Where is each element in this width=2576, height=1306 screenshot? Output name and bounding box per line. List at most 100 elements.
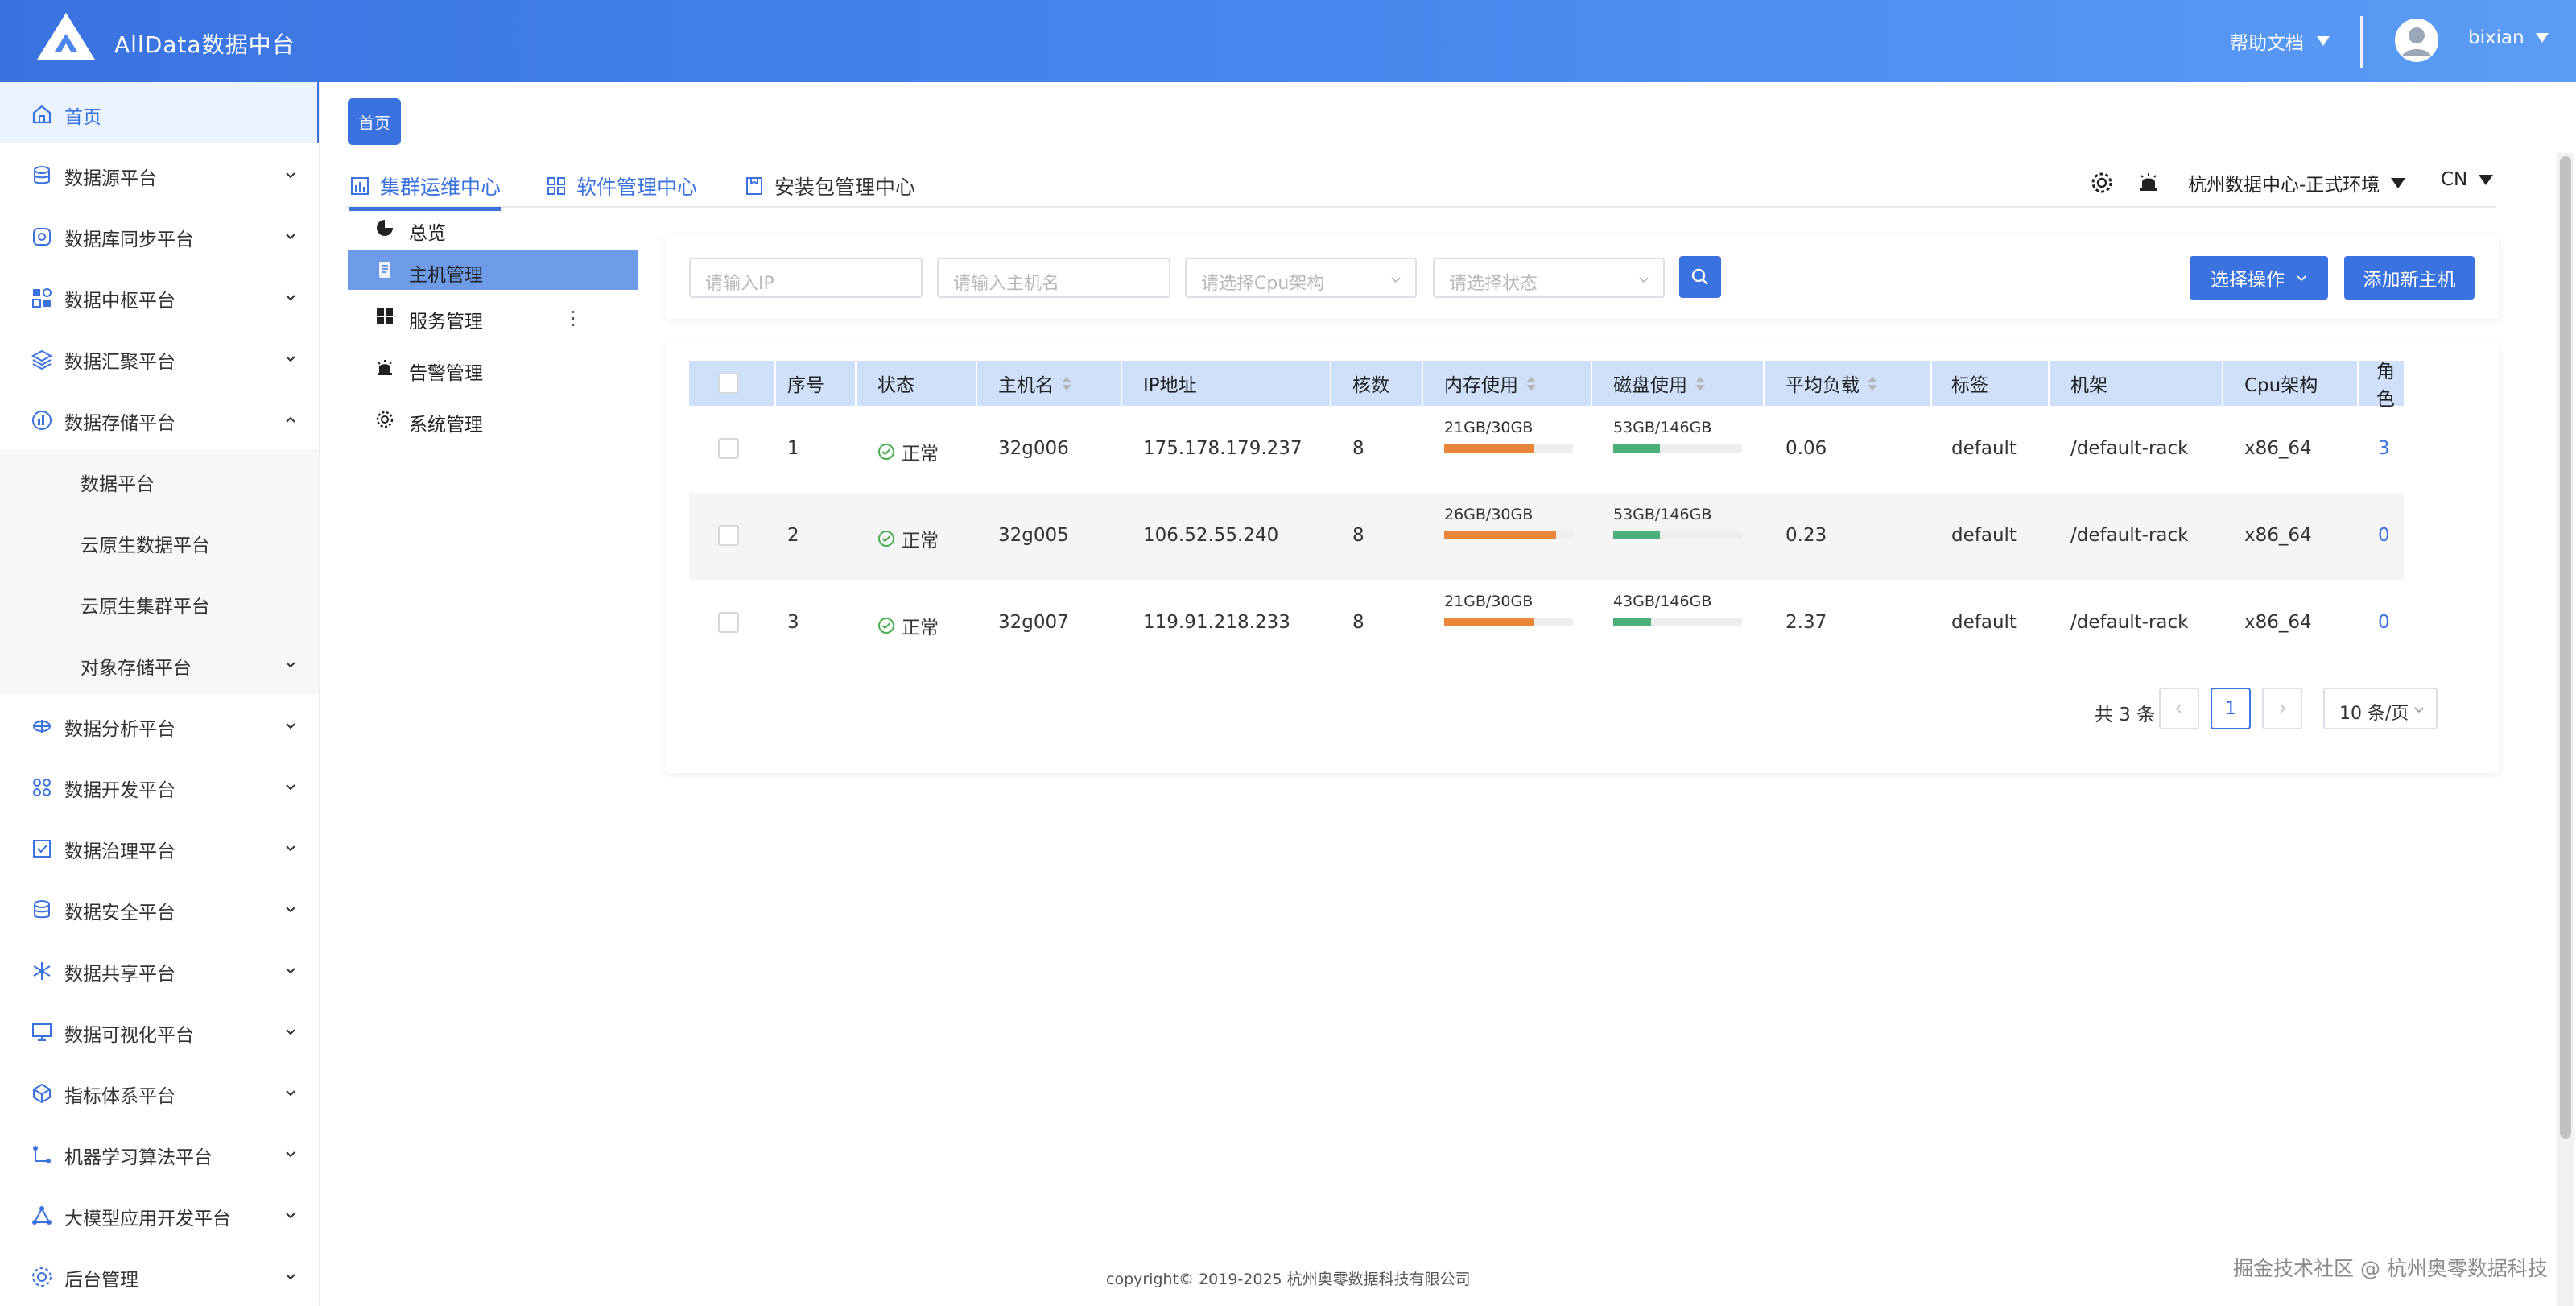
sidebar-item-label: 机器学习算法平台 bbox=[64, 1147, 213, 1168]
submenu-system-mgmt[interactable]: 系统管理 bbox=[348, 399, 638, 440]
sidebar-item-data-hub[interactable]: 数据中枢平台 bbox=[0, 266, 319, 327]
disk-usage: 43GB/146GB bbox=[1613, 593, 1742, 626]
sidebar-item-data-visualization[interactable]: 数据可视化平台 bbox=[0, 1000, 319, 1061]
sidebar-item-llm[interactable]: 大模型应用开发平台 bbox=[0, 1184, 319, 1245]
footer-copyright: copyright© 2019-2025 杭州奥零数据科技有限公司 bbox=[1106, 1271, 1471, 1288]
col-hostname[interactable]: 主机名 bbox=[998, 361, 1071, 406]
header-separator bbox=[2048, 361, 2050, 406]
help-docs-menu[interactable]: 帮助文档 bbox=[2230, 27, 2330, 55]
sidebar-item-ml[interactable]: 机器学习算法平台 bbox=[0, 1122, 319, 1184]
sort-icon[interactable] bbox=[1695, 376, 1705, 391]
header-separator bbox=[1121, 361, 1122, 406]
prev-page-button[interactable] bbox=[2159, 688, 2199, 729]
sidebar-item-datasource[interactable]: 数据源平台 bbox=[0, 143, 319, 205]
row-checkbox[interactable] bbox=[718, 612, 739, 633]
more-vertical-icon[interactable]: ⋮ bbox=[564, 308, 583, 328]
chevron-down-icon bbox=[1391, 277, 1401, 283]
scrollbar-thumb[interactable] bbox=[2560, 156, 2571, 1139]
page-tag-home[interactable]: 首页 bbox=[348, 98, 401, 145]
col-disk[interactable]: 磁盘使用 bbox=[1613, 361, 1705, 406]
memory-usage-bar bbox=[1444, 618, 1573, 626]
sort-icon[interactable] bbox=[1062, 376, 1071, 391]
tab-software-mgmt[interactable]: 软件管理中心 bbox=[546, 166, 697, 206]
user-menu[interactable]: bixian bbox=[2468, 27, 2549, 48]
col-status-label: 状态 bbox=[877, 375, 914, 396]
caret-down-icon bbox=[2535, 33, 2549, 43]
col-tag: 标签 bbox=[1951, 361, 1988, 406]
cell-load: 2.37 bbox=[1785, 612, 1827, 633]
caret-down-icon bbox=[2479, 174, 2494, 185]
sidebar-item-data-security[interactable]: 数据安全平台 bbox=[0, 878, 319, 939]
submenu-service-mgmt[interactable]: 服务管理 bbox=[348, 296, 638, 337]
sidebar-subitem-cloud-data-platform[interactable]: 云原生数据平台 bbox=[0, 510, 319, 572]
sidebar-item-data-dev[interactable]: 数据开发平台 bbox=[0, 755, 319, 816]
chevron-down-icon bbox=[2414, 707, 2424, 713]
status-placeholder: 请选择状态 bbox=[1449, 274, 1538, 294]
col-load[interactable]: 平均负载 bbox=[1785, 361, 1877, 406]
sort-icon[interactable] bbox=[1868, 376, 1877, 391]
settings-gear-icon[interactable] bbox=[2090, 171, 2114, 195]
sidebar-subitem-label: 对象存储平台 bbox=[80, 658, 192, 679]
sidebar-item-home[interactable]: 首页 bbox=[0, 82, 319, 143]
col-rack-label: 机架 bbox=[2070, 375, 2107, 396]
alarm-bell-icon[interactable] bbox=[2136, 171, 2161, 195]
cell-status: 正常 bbox=[877, 525, 939, 552]
sidebar-item-admin[interactable]: 后台管理 bbox=[0, 1245, 319, 1306]
sidebar-item-metrics[interactable]: 指标体系平台 bbox=[0, 1061, 319, 1122]
sidebar-subitem-object-storage[interactable]: 对象存储平台 bbox=[0, 633, 319, 694]
tab-package-mgmt[interactable]: 安装包管理中心 bbox=[744, 166, 915, 206]
next-page-button[interactable] bbox=[2262, 688, 2302, 729]
memory-usage-text: 26GB/30GB bbox=[1444, 506, 1534, 523]
memory-usage: 21GB/30GB bbox=[1444, 593, 1573, 626]
chevron-down-icon bbox=[286, 1151, 295, 1158]
sidebar-item-db-sync[interactable]: 数据库同步平台 bbox=[0, 205, 319, 266]
row-checkbox[interactable] bbox=[718, 438, 739, 459]
sidebar-item-data-analysis[interactable]: 数据分析平台 bbox=[0, 694, 319, 755]
select-action-button[interactable]: 选择操作 bbox=[2190, 256, 2328, 300]
sidebar-item-label: 数据中枢平台 bbox=[64, 291, 175, 312]
tab-cluster-ops[interactable]: 集群运维中心 bbox=[349, 166, 502, 211]
status-text: 正常 bbox=[902, 618, 939, 639]
cpu-arch-select[interactable]: 请选择Cpu架构 bbox=[1185, 258, 1417, 298]
submenu-alarm-mgmt[interactable]: 告警管理 bbox=[348, 348, 638, 388]
sidebar-item-data-storage[interactable]: 数据存储平台 bbox=[0, 388, 319, 449]
chevron-down-icon bbox=[286, 234, 295, 240]
col-memory[interactable]: 内存使用 bbox=[1444, 361, 1536, 406]
cell-role-link[interactable]: 0 bbox=[2378, 612, 2390, 633]
memory-usage-text: 21GB/30GB bbox=[1444, 593, 1534, 610]
cell-role-link[interactable]: 0 bbox=[2378, 525, 2390, 546]
page-size-select[interactable]: 10 条/页 bbox=[2323, 688, 2438, 729]
environment-select[interactable]: 杭州数据中心-正式环境 bbox=[2188, 169, 2406, 196]
admin-icon bbox=[32, 1267, 52, 1287]
submenu-overview[interactable]: 总览 bbox=[348, 208, 638, 248]
row-checkbox[interactable] bbox=[718, 525, 739, 546]
header-separator bbox=[1422, 361, 1423, 406]
ip-search-input[interactable]: 请输入IP bbox=[689, 258, 923, 298]
tabs-bar: 集群运维中心 软件管理中心 安装包管理中心 bbox=[346, 158, 2496, 211]
memory-usage-fill bbox=[1444, 618, 1534, 626]
header-separator bbox=[1930, 361, 1932, 406]
governance-icon bbox=[33, 840, 51, 858]
sidebar-subitem-cloud-cluster-platform[interactable]: 云原生集群平台 bbox=[0, 572, 319, 633]
cell-role-link[interactable]: 3 bbox=[2378, 438, 2390, 459]
sort-icon[interactable] bbox=[1526, 376, 1536, 391]
language-select[interactable]: CN bbox=[2441, 169, 2494, 190]
header-separator bbox=[1763, 361, 1765, 406]
select-all-checkbox[interactable] bbox=[718, 373, 739, 394]
submenu-host-mgmt[interactable]: 主机管理 bbox=[348, 250, 638, 290]
col-cores: 核数 bbox=[1352, 361, 1389, 406]
sidebar-item-data-share[interactable]: 数据共享平台 bbox=[0, 939, 319, 1000]
page-button-current[interactable]: 1 bbox=[2211, 688, 2251, 729]
sidebar-item-data-governance[interactable]: 数据治理平台 bbox=[0, 816, 319, 878]
hostname-search-input[interactable]: 请输入主机名 bbox=[937, 258, 1170, 298]
search-button[interactable] bbox=[1679, 256, 1721, 298]
sidebar-item-data-aggregation[interactable]: 数据汇聚平台 bbox=[0, 327, 319, 388]
status-select[interactable]: 请选择状态 bbox=[1433, 258, 1665, 298]
sidebar-subitem-data-platform[interactable]: 数据平台 bbox=[0, 449, 319, 510]
table-row: 1 正常 32g006 175.178.179.237 8 21GB/30GB … bbox=[689, 406, 2404, 493]
security-icon bbox=[34, 900, 50, 919]
add-host-button[interactable]: 添加新主机 bbox=[2344, 256, 2475, 300]
cell-cores: 8 bbox=[1352, 612, 1364, 633]
user-avatar-icon[interactable] bbox=[2394, 18, 2439, 63]
cell-load: 0.23 bbox=[1785, 525, 1827, 546]
